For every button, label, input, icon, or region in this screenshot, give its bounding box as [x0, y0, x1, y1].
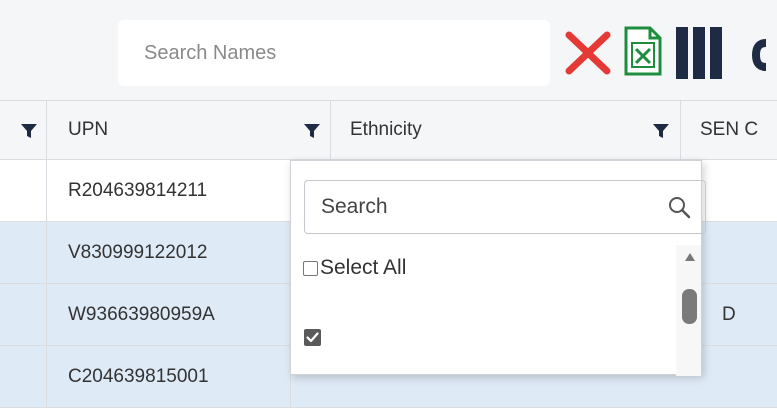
upn-cell: W93663980959A [68, 304, 215, 325]
column-header-ethnicity[interactable]: Ethnicity [350, 101, 422, 159]
grid-header-row: UPN Ethnicity SEN C [0, 100, 777, 160]
column-separator [46, 346, 47, 407]
filter-search-input[interactable]: Search [304, 180, 706, 234]
filter-search-placeholder: Search [321, 195, 388, 218]
column-separator [46, 160, 47, 221]
select-all-checkbox[interactable] [303, 260, 318, 276]
upn-cell: C204639815001 [68, 366, 209, 387]
select-all-option[interactable]: Select All [303, 256, 406, 280]
column-separator [46, 284, 47, 345]
toolbar: Search Names [0, 0, 777, 100]
filter-icon[interactable] [20, 122, 38, 140]
scroll-up-arrow-icon[interactable] [685, 253, 695, 261]
search-names-input[interactable]: Search Names [118, 20, 550, 86]
filter-icon[interactable] [652, 122, 670, 140]
column-header-ethnicity-label: Ethnicity [350, 119, 422, 140]
filter-item-checkbox[interactable] [304, 329, 321, 346]
upn-cell: R204639814211 [68, 180, 208, 201]
column-header-sen-label: SEN C [700, 119, 759, 140]
ethnicity-filter-popup: Search Select All [290, 160, 706, 376]
column-separator [46, 222, 47, 283]
filter-icon[interactable] [303, 122, 321, 140]
column-separator [680, 101, 681, 159]
search-names-placeholder: Search Names [144, 41, 277, 64]
scrollbar-thumb[interactable] [682, 289, 697, 324]
check-icon [306, 332, 319, 343]
close-icon[interactable] [561, 29, 615, 77]
excel-icon[interactable] [623, 25, 663, 77]
upn-cell: V830999122012 [68, 242, 208, 263]
search-icon [669, 197, 691, 219]
select-all-label: Select All [320, 256, 407, 279]
column-header-upn-label: UPN [68, 119, 109, 140]
columns-icon[interactable] [676, 25, 766, 81]
column-header-upn[interactable]: UPN [68, 101, 108, 159]
column-separator [46, 101, 47, 159]
column-separator [330, 101, 331, 159]
sen-cell: D [722, 304, 736, 325]
column-header-sen[interactable]: SEN C [700, 101, 758, 159]
